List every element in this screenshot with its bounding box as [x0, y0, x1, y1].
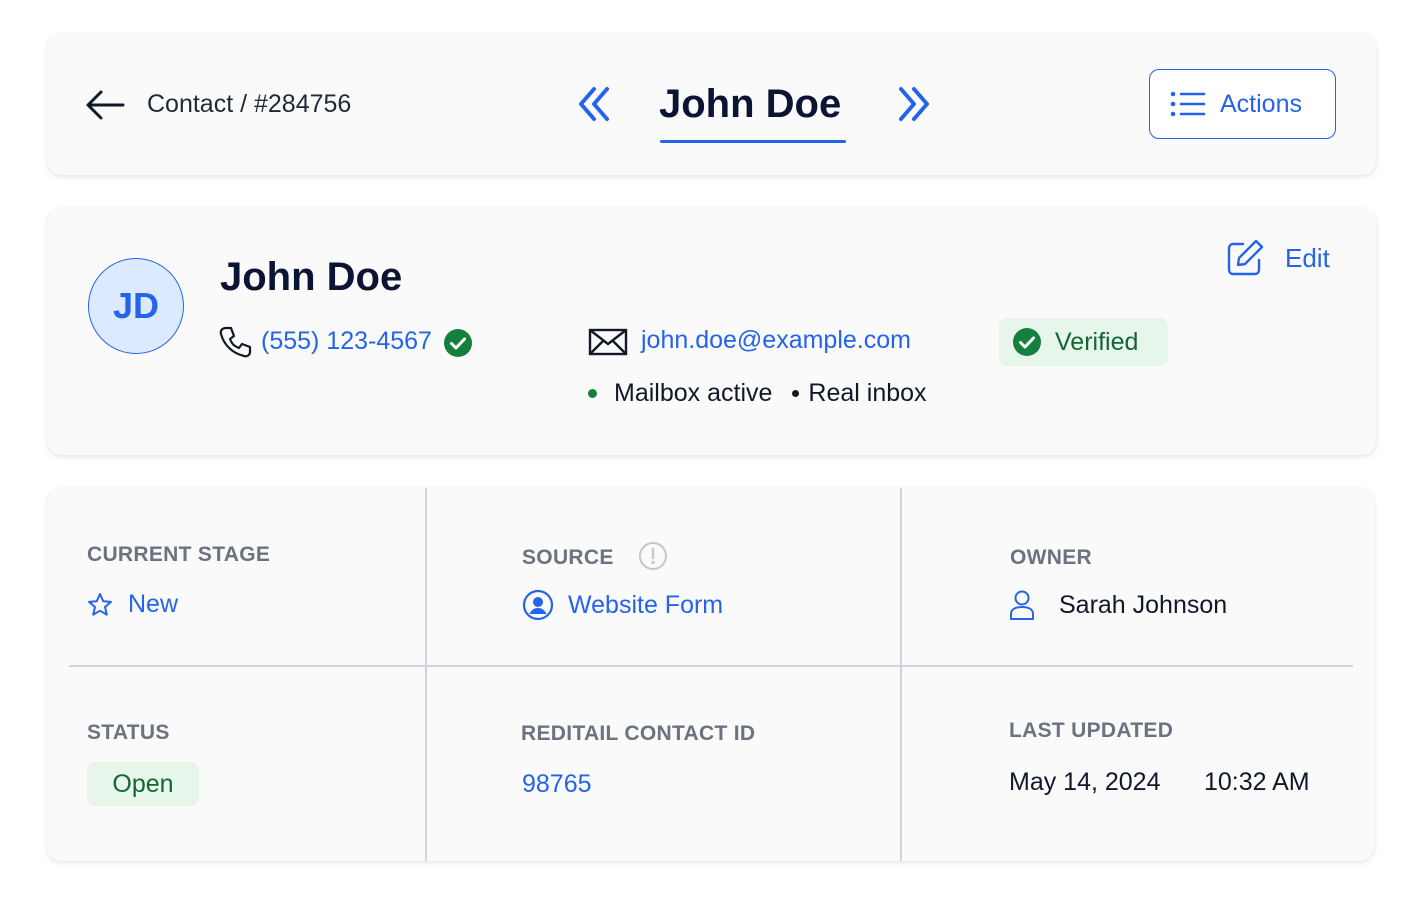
avatar: JD [88, 258, 184, 354]
user-circle-icon [522, 589, 554, 621]
status-dot [588, 388, 597, 398]
contact-name: John Doe [220, 255, 403, 299]
actions-label: Actions [1220, 89, 1302, 118]
page-title: John Doe [659, 82, 842, 126]
status-label: STATUS [87, 721, 170, 744]
source-value[interactable]: Website Form [568, 590, 723, 620]
title-underline [660, 140, 846, 143]
contact-id-label: REDITAIL CONTACT ID [521, 722, 756, 745]
profile-card: JD John Doe Edit (555) 123-4567 john.doe… [47, 208, 1376, 455]
arrow-left-icon[interactable] [85, 89, 125, 121]
verified-badge: Verified [999, 318, 1168, 366]
status-badge: Open [87, 762, 199, 806]
list-icon [1170, 91, 1206, 117]
mailbox-status-row: Mailbox active Real inbox [588, 378, 927, 408]
contact-id-value[interactable]: 98765 [522, 769, 592, 799]
column-divider [425, 488, 427, 861]
current-stage-value[interactable]: New [128, 589, 178, 619]
last-updated-time: 10:32 AM [1204, 768, 1310, 796]
row-divider [69, 665, 1353, 667]
edit-icon [1227, 239, 1264, 276]
separator-dot [792, 389, 800, 397]
contact-header: Contact / #284756 John Doe Actions [47, 33, 1376, 175]
owner-label: OWNER [1010, 546, 1092, 569]
mail-icon [588, 328, 628, 356]
source-label: SOURCE [522, 546, 614, 569]
current-stage-label: CURRENT STAGE [87, 543, 271, 566]
phone-icon [219, 326, 252, 358]
last-updated-date: May 14, 2024 [1009, 768, 1161, 796]
actions-button[interactable]: Actions [1149, 69, 1336, 139]
verified-label: Verified [1055, 327, 1139, 356]
email-link[interactable]: john.doe@example.com [641, 325, 911, 355]
mailbox-status: Mailbox active [614, 379, 773, 407]
check-circle-icon [444, 329, 472, 357]
inbox-type: Real inbox [808, 379, 927, 407]
star-icon [88, 593, 112, 616]
breadcrumb[interactable]: Contact / #284756 [147, 89, 351, 119]
owner-value: Sarah Johnson [1059, 591, 1228, 619]
last-updated-label: LAST UPDATED [1009, 719, 1174, 742]
check-circle-icon [1013, 328, 1041, 356]
phone-link[interactable]: (555) 123-4567 [261, 326, 432, 356]
column-divider [900, 488, 902, 861]
chevrons-right-icon[interactable] [897, 85, 931, 123]
info-icon[interactable] [638, 541, 668, 571]
edit-button[interactable]: Edit [1225, 238, 1330, 278]
edit-label: Edit [1285, 242, 1330, 273]
user-icon [1010, 590, 1034, 620]
chevrons-left-icon[interactable] [577, 85, 611, 123]
details-card: CURRENT STAGE New SOURCE Website Form OW… [47, 488, 1374, 861]
